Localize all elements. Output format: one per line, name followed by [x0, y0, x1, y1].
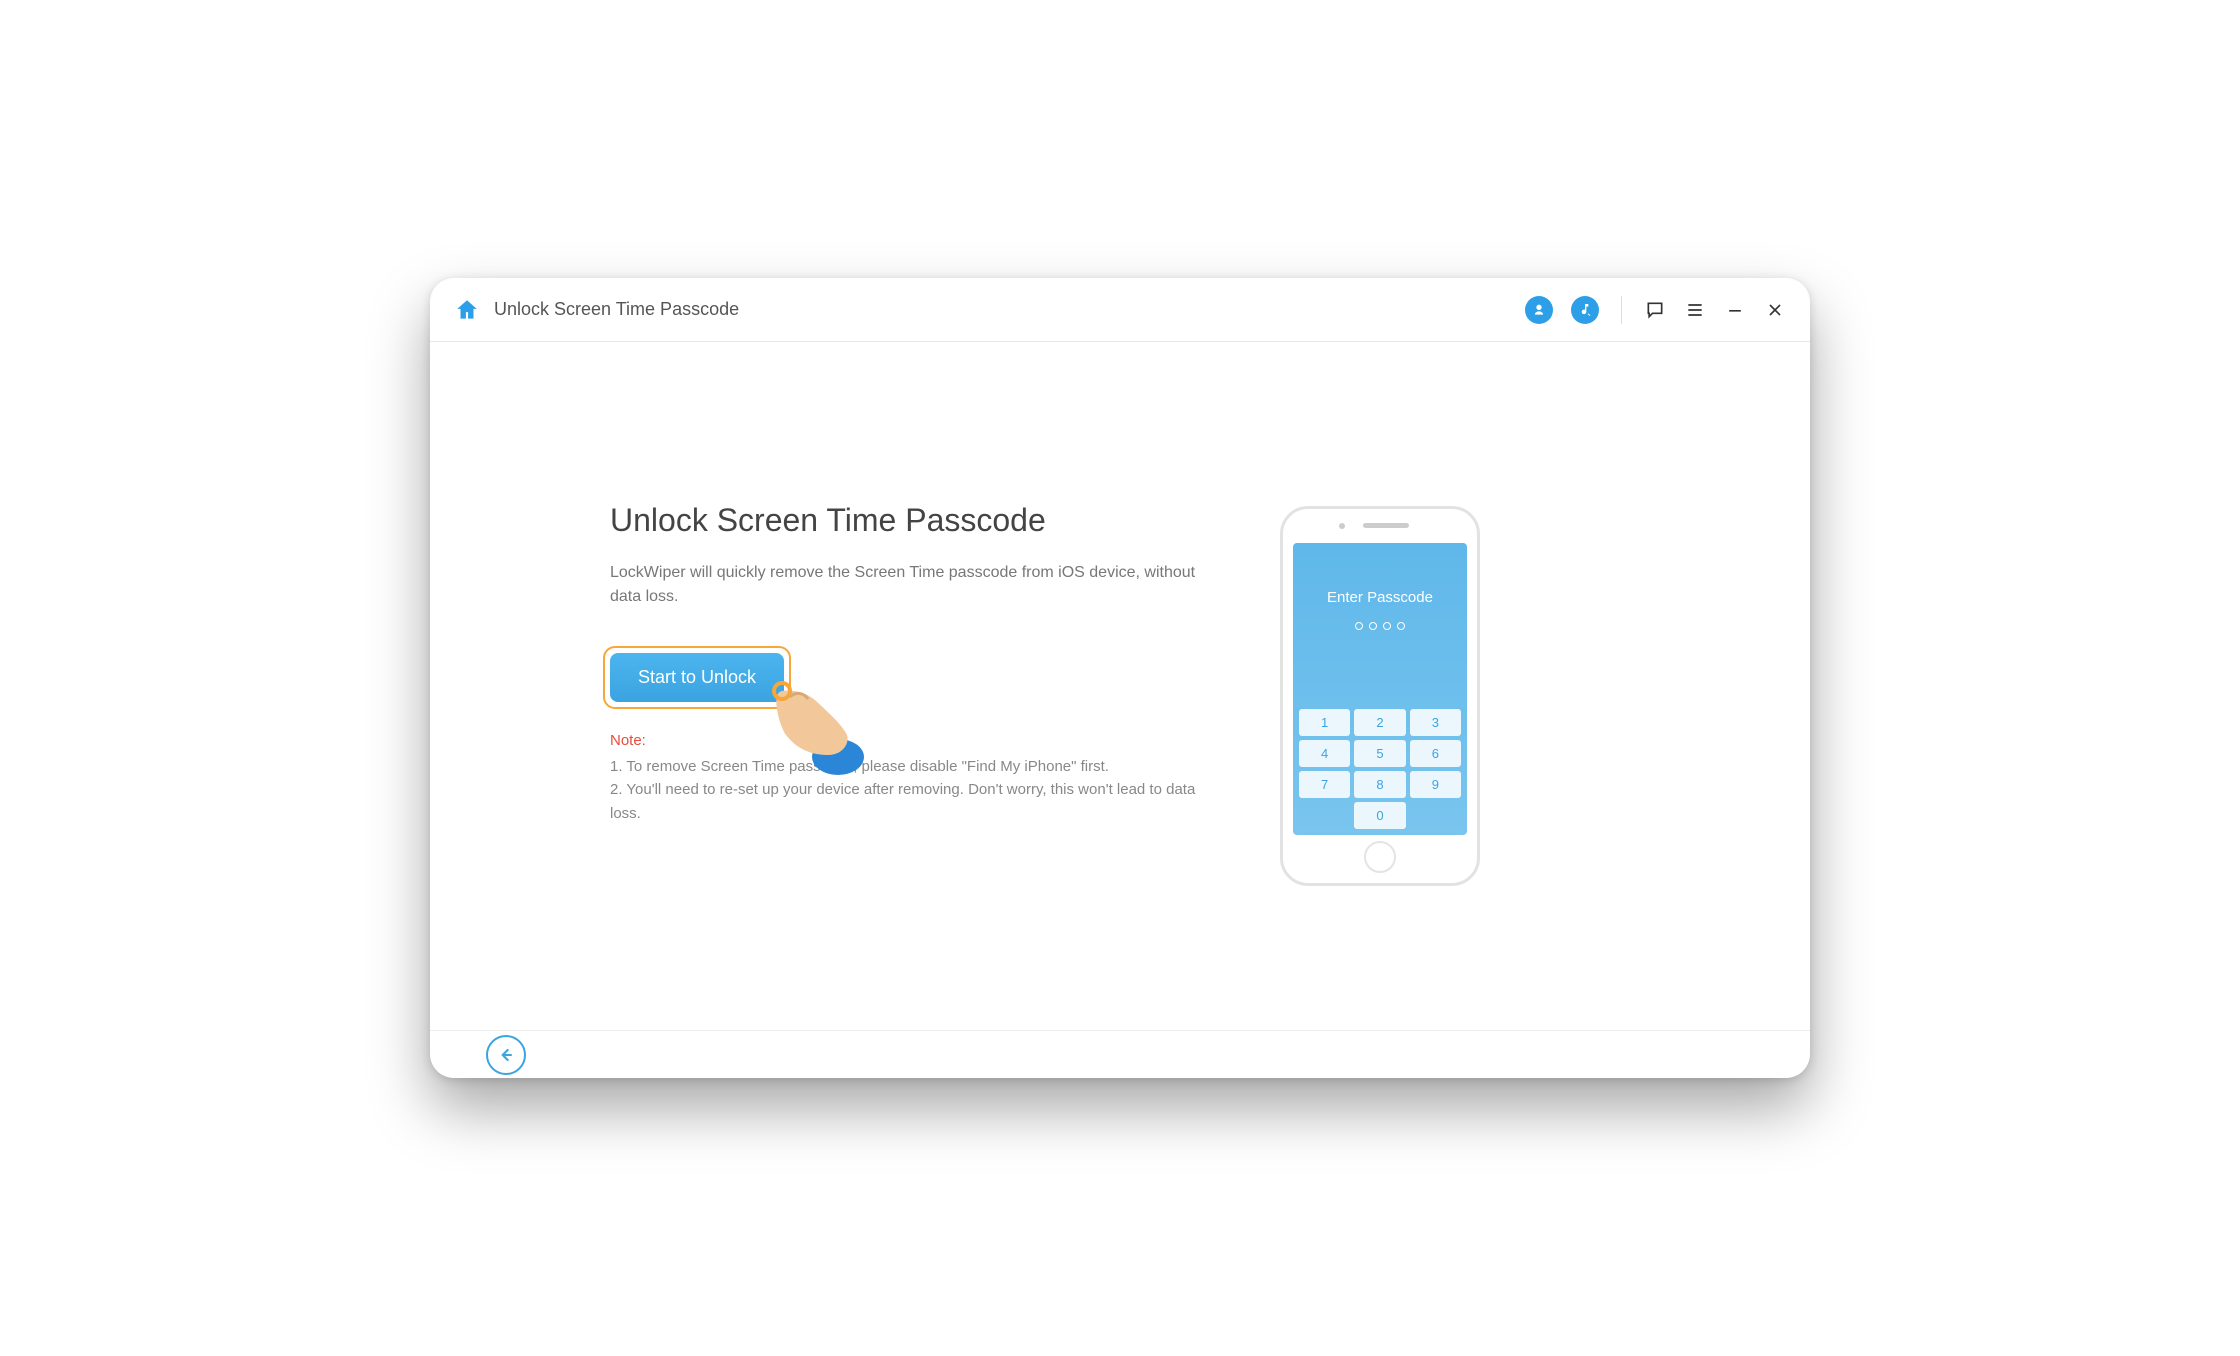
back-button[interactable]	[486, 1035, 526, 1075]
footer-bar	[430, 1030, 1810, 1078]
key-2: 2	[1354, 709, 1405, 736]
menu-icon[interactable]	[1684, 299, 1706, 321]
note-line-1: 1. To remove Screen Time passcode, pleas…	[610, 755, 1210, 778]
home-icon[interactable]	[454, 297, 480, 323]
app-window: Unlock Screen Time Passcode	[430, 278, 1810, 1078]
key-6: 6	[1410, 740, 1461, 767]
separator	[1621, 296, 1622, 324]
start-button-wrap: Start to Unlock	[610, 653, 784, 702]
right-panel: Enter Passcode 1 2 3 4 5 6 7 8 9 0	[1210, 382, 1550, 1010]
music-search-icon[interactable]	[1571, 296, 1599, 324]
phone-screen: Enter Passcode 1 2 3 4 5 6 7 8 9 0	[1293, 543, 1467, 835]
feedback-icon[interactable]	[1644, 299, 1666, 321]
passcode-dots	[1293, 619, 1467, 633]
key-1: 1	[1299, 709, 1350, 736]
close-icon[interactable]	[1764, 299, 1786, 321]
key-3: 3	[1410, 709, 1461, 736]
note-line-2: 2. You'll need to re-set up your device …	[610, 778, 1210, 825]
phone-illustration: Enter Passcode 1 2 3 4 5 6 7 8 9 0	[1280, 506, 1480, 886]
keypad: 1 2 3 4 5 6 7 8 9 0	[1299, 709, 1461, 829]
key-7: 7	[1299, 771, 1350, 798]
start-unlock-button[interactable]: Start to Unlock	[610, 653, 784, 702]
header-actions	[1525, 296, 1786, 324]
key-0: 0	[1354, 802, 1405, 829]
page-title: Unlock Screen Time Passcode	[494, 299, 1525, 320]
phone-home-button	[1364, 841, 1396, 873]
account-icon[interactable]	[1525, 296, 1553, 324]
phone-speaker	[1363, 523, 1409, 528]
main-heading: Unlock Screen Time Passcode	[610, 502, 1210, 539]
key-9: 9	[1410, 771, 1461, 798]
enter-passcode-label: Enter Passcode	[1293, 589, 1467, 606]
main-content: Unlock Screen Time Passcode LockWiper wi…	[430, 342, 1810, 1030]
left-panel: Unlock Screen Time Passcode LockWiper wi…	[610, 382, 1210, 1010]
key-4: 4	[1299, 740, 1350, 767]
main-description: LockWiper will quickly remove the Screen…	[610, 561, 1210, 609]
key-8: 8	[1354, 771, 1405, 798]
title-bar: Unlock Screen Time Passcode	[430, 278, 1810, 342]
pointing-hand-icon	[760, 669, 870, 779]
minimize-icon[interactable]	[1724, 299, 1746, 321]
note-header: Note:	[610, 732, 1210, 749]
key-5: 5	[1354, 740, 1405, 767]
phone-camera-dot	[1339, 523, 1345, 529]
